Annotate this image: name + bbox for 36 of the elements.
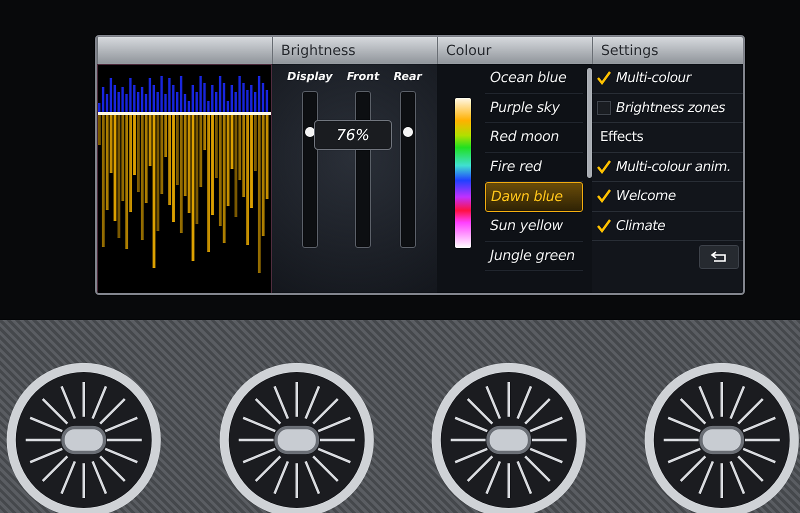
- brightness-slider[interactable]: [400, 91, 416, 248]
- checkmark-icon[interactable]: [597, 71, 611, 86]
- checkbox-label: Welcome: [616, 188, 676, 204]
- column-heading: Settings: [601, 42, 658, 58]
- checkbox-label: Climate: [616, 218, 666, 234]
- colour-list-item[interactable]: Jungle green: [485, 242, 583, 272]
- slider-label: Display: [287, 70, 333, 83]
- checkbox-row[interactable]: Multi-colour anim.: [592, 152, 743, 182]
- checkbox-icon[interactable]: [597, 100, 611, 115]
- slider-thumb[interactable]: [304, 127, 315, 138]
- checkmark-icon[interactable]: [597, 218, 611, 233]
- checkbox-row[interactable]: Welcome: [592, 182, 743, 212]
- checkbox-label: Multi-colour: [616, 70, 691, 86]
- return-arrow-icon: [710, 251, 728, 263]
- back-button[interactable]: [699, 245, 739, 269]
- slider-thumb[interactable]: [402, 127, 413, 138]
- brightness-value-tooltip: 76%: [314, 120, 392, 150]
- column-heading: Colour: [446, 42, 492, 58]
- checkmark-icon[interactable]: [597, 189, 611, 204]
- checkbox-row[interactable]: Brightness zones: [592, 94, 743, 123]
- section-heading: Effects: [599, 129, 644, 146]
- checkbox-label: Multi-colour anim.: [616, 158, 731, 175]
- colour-list-item[interactable]: Purple sky: [485, 94, 583, 124]
- colour-list-item[interactable]: Ocean blue: [485, 64, 583, 94]
- checkmark-icon[interactable]: [597, 160, 611, 174]
- checkbox-label: Brightness zones: [616, 100, 726, 116]
- slider-label: Front: [346, 70, 380, 83]
- checkbox-row[interactable]: Multi-colour: [592, 64, 743, 94]
- slider-label: Rear: [394, 70, 422, 83]
- brightness-slider[interactable]: [302, 91, 318, 248]
- checkbox-row[interactable]: Climate: [592, 212, 743, 241]
- colour-list-item[interactable]: Sun yellow: [485, 212, 583, 242]
- colour-list-item[interactable]: Dawn blue: [485, 182, 583, 212]
- colour-list-item[interactable]: Red moon: [485, 123, 583, 153]
- scrollbar[interactable]: [587, 68, 592, 178]
- column-heading: Brightness: [281, 42, 356, 58]
